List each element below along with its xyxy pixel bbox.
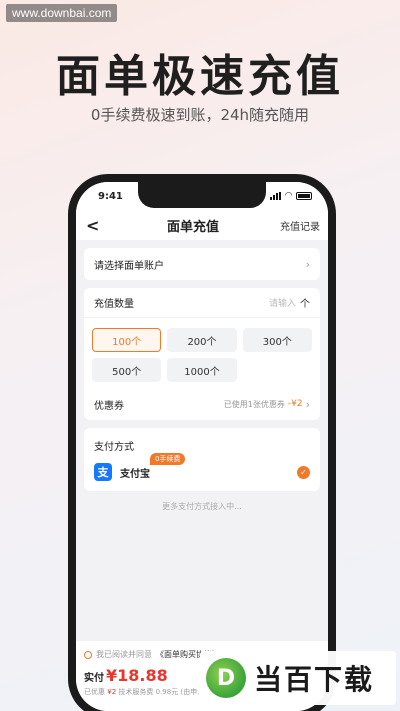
quantity-placeholder: 请输入 [268, 299, 296, 309]
more-payment-text: 更多支付方式接入中... [162, 502, 242, 511]
promo-headline: 面单极速充值 [56, 51, 344, 102]
phone-screen: 9:41 ◠ < 面单充值 充值记录 请选择面单账户 › 充值数量 请输入 个 … [76, 182, 328, 711]
promo-subline: 0手续费极速到账，24h随充随用 [90, 106, 310, 124]
quantity-options: 100个 200个 300个 500个 1000个 [84, 318, 320, 388]
quantity-card: 充值数量 请输入 个 100个 200个 300个 500个 1000个 优惠券… [84, 288, 320, 420]
payment-method-name: 支付宝 [120, 468, 150, 480]
payment-label: 支付方式 [94, 442, 134, 453]
wifi-icon: ◠ [285, 191, 292, 201]
page-title: 面单充值 [166, 219, 219, 235]
recharge-history-link[interactable]: 充值记录 [280, 218, 320, 233]
quantity-option-100[interactable]: 100个 [92, 328, 162, 352]
saved-value: ¥2 [107, 688, 117, 696]
site-watermark: www.downbai.com [6, 4, 118, 22]
phone-notch [138, 182, 266, 208]
alipay-icon: 支 [94, 463, 112, 481]
back-icon[interactable]: < [86, 216, 106, 235]
brand-watermark: D 当百下载 [200, 651, 396, 705]
coupon-row[interactable]: 优惠券 已使用1张优惠券 -¥2 › [84, 388, 320, 420]
quantity-unit: 个 [300, 299, 310, 310]
coupon-label: 优惠券 [94, 400, 124, 412]
status-icons: ◠ [270, 191, 312, 201]
chevron-right-icon: › [305, 257, 310, 271]
pay-label: 实付 [84, 673, 104, 684]
saved-label: 已优惠 [84, 688, 105, 696]
quantity-option-200[interactable]: 200个 [167, 328, 237, 352]
payment-method-alipay[interactable]: 支 支付宝 0手续费 ✓ [84, 453, 320, 491]
check-icon[interactable]: ✓ [297, 465, 310, 479]
pay-amount: ¥18.88 [106, 666, 168, 685]
fee-badge: 0手续费 [150, 453, 186, 465]
phone-frame: 9:41 ◠ < 面单充值 充值记录 请选择面单账户 › 充值数量 请输入 个 … [68, 174, 336, 711]
quantity-option-1000[interactable]: 1000个 [167, 358, 237, 382]
battery-icon [296, 192, 312, 200]
nav-bar: < 面单充值 充值记录 [76, 210, 328, 240]
quantity-option-300[interactable]: 300个 [242, 328, 312, 352]
payment-card: 支付方式 支 支付宝 0手续费 ✓ [84, 428, 320, 491]
brand-name: 当百下载 [254, 663, 375, 696]
coupon-discount: -¥2 [287, 399, 303, 409]
account-select-label: 请选择面单账户 [94, 260, 164, 272]
service-fee-text: 技术服务费 0.98元 (由申... [118, 688, 204, 696]
signal-icon [270, 192, 282, 200]
quantity-label: 充值数量 [94, 299, 134, 310]
status-time: 9:41 [98, 190, 123, 202]
brand-logo-icon: D [206, 658, 246, 698]
coupon-status: 已使用1张优惠券 [223, 399, 285, 409]
quantity-option-500[interactable]: 500个 [92, 358, 162, 382]
chevron-right-icon: › [305, 397, 310, 411]
agree-radio[interactable] [84, 650, 92, 659]
agree-text: 我已阅读并同意 [96, 650, 152, 659]
quantity-input[interactable]: 请输入 个 [269, 295, 310, 310]
account-select-card[interactable]: 请选择面单账户 › [84, 248, 320, 280]
